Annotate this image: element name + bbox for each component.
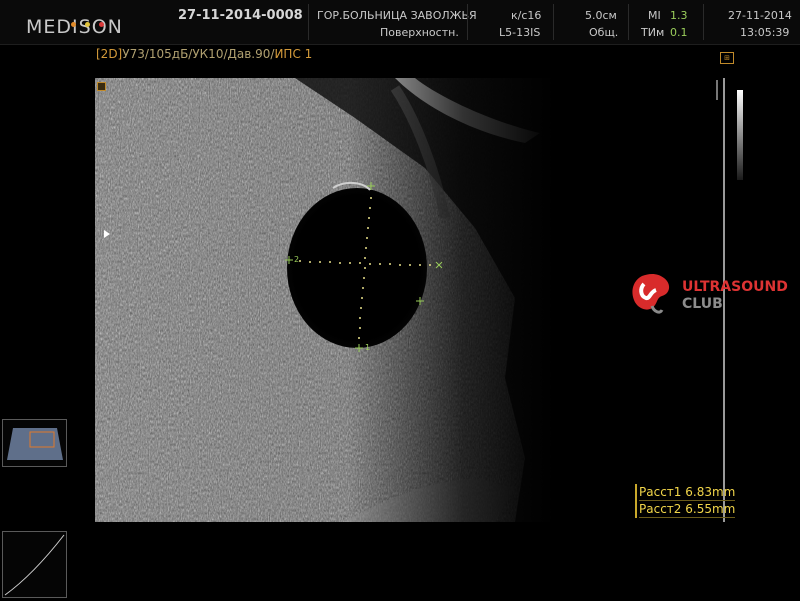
caliper-label-1: 1 — [365, 343, 371, 352]
measurement-results: Расст1 6.83mm Расст2 6.55mm — [635, 484, 736, 518]
caliper-overlay — [285, 182, 443, 352]
depth-scale-tick — [716, 80, 718, 100]
ips-label: ИПС 1 — [274, 47, 313, 61]
application-name: Общ. — [589, 26, 619, 39]
frame-rate: к/с16 — [511, 9, 542, 22]
measurement-row: Расст1 6.83mm — [639, 484, 736, 501]
settings-label: У73/105дБ/УК10/Дав.90/ — [122, 47, 275, 61]
measurement-label: Расст2 — [639, 502, 682, 516]
measurement-value: 6.83mm — [685, 485, 736, 499]
mode-label: [2D] — [96, 47, 123, 61]
header-divider — [308, 4, 309, 40]
header-divider — [703, 4, 704, 40]
caliper-label-2: 2 — [294, 255, 300, 264]
mi-value: 1.3 — [670, 9, 688, 22]
header-divider — [628, 4, 629, 40]
measurement-value: 6.55mm — [685, 502, 736, 516]
mi-label: MI — [648, 9, 661, 22]
measurement-row: Расст2 6.55mm — [639, 501, 736, 518]
brand-dot-orange-icon — [71, 22, 76, 27]
header-divider — [553, 4, 554, 40]
header-divider — [467, 4, 468, 40]
brand-logo: MEDISON — [26, 16, 123, 38]
exam-time: 13:05:39 — [740, 26, 790, 39]
brand-dot-yellow-icon — [85, 22, 90, 27]
orientation-marker-icon: ⊞ — [720, 52, 734, 64]
measurement-label: Расст1 — [639, 485, 682, 499]
watermark-line2: CLUB — [682, 296, 723, 312]
exam-id: 27-11-2014-0008 — [178, 8, 303, 23]
exam-date: 27-11-2014 — [728, 9, 792, 22]
ultrasound-image[interactable]: 1 2 — [95, 78, 555, 522]
watermark-text: ULTRASOUND CLUB — [682, 279, 788, 313]
focus-marker-icon[interactable] — [104, 230, 110, 238]
ultrasound-club-logo-icon — [628, 270, 674, 320]
brand-dot-red-icon — [99, 22, 104, 27]
preset-name: Поверхностн. — [380, 26, 459, 39]
probe-view-thumbnail[interactable] — [2, 419, 67, 467]
probe-name: L5-13IS — [499, 26, 541, 39]
grayscale-bar — [737, 90, 743, 180]
watermark-line1: ULTRASOUND — [682, 279, 788, 295]
tim-value: 0.1 — [670, 26, 688, 39]
imaging-parameters: [2D]У73/105дБ/УК10/Дав.90/ИПС 1 — [96, 47, 312, 61]
tim-label: ТИм — [641, 26, 665, 39]
brand-dots — [71, 12, 113, 27]
depth-value: 5.0см — [585, 9, 617, 22]
probe-orientation-icon — [97, 82, 106, 91]
header-bar: MEDISON 27-11-2014-0008 ГОР.БОЛЬНИЦА ЗАВ… — [0, 0, 800, 45]
gray-curve-thumbnail[interactable] — [2, 531, 67, 598]
hospital-name: ГОР.БОЛЬНИЦА ЗАВОЛЖЬЯ — [317, 9, 477, 22]
